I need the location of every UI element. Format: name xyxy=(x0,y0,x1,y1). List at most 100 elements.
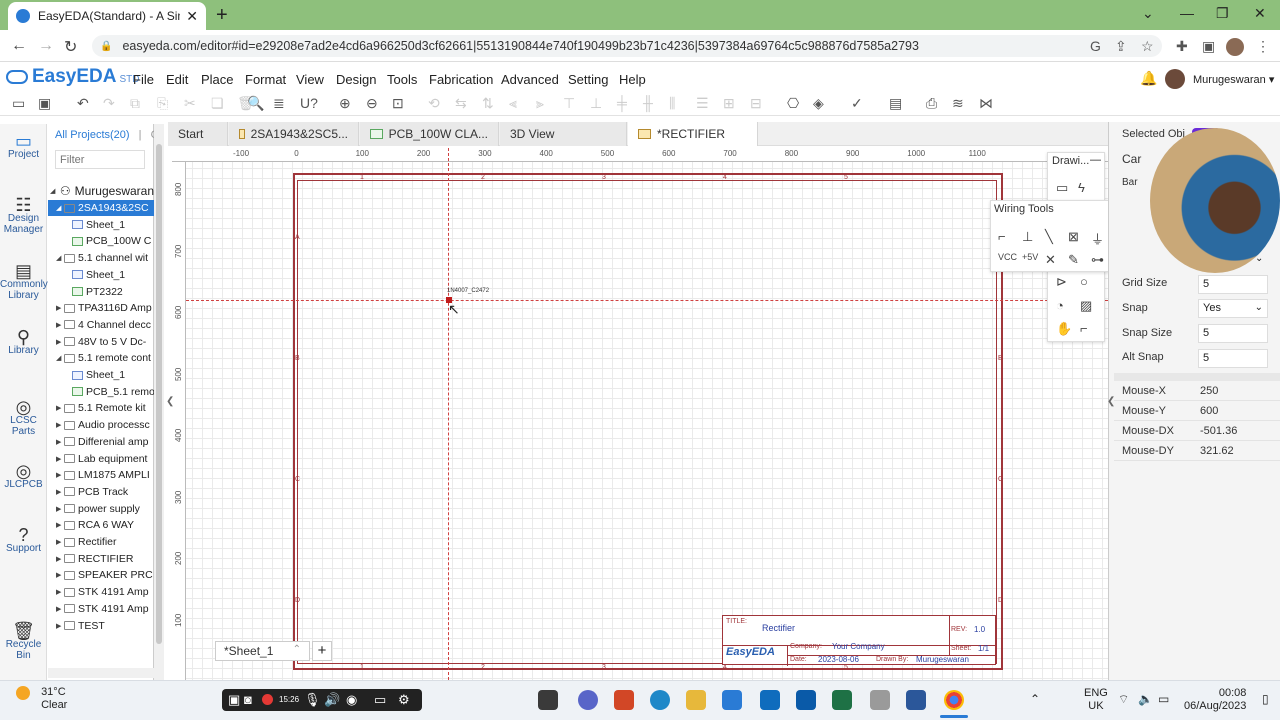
grid-align-icon[interactable]: ⊞ xyxy=(723,95,735,112)
tree-collapse-icon[interactable]: ◢ xyxy=(56,254,64,262)
browser-menu-icon[interactable]: ⋮ xyxy=(1256,38,1270,55)
menu-help[interactable]: Help xyxy=(619,72,646,87)
user-name-menu[interactable]: Murugeswaran ▾ xyxy=(1193,73,1274,86)
fit-view-icon[interactable]: ⊡ xyxy=(392,95,404,112)
bookmark-star-icon[interactable]: ☆ xyxy=(1141,38,1154,55)
share-design-icon[interactable]: ⋈ xyxy=(979,95,993,112)
export-image-icon[interactable]: ⎙ xyxy=(926,95,937,112)
notifications-icon[interactable]: ▯ xyxy=(1262,692,1269,706)
save-icon[interactable]: ▣ xyxy=(38,95,51,112)
tree-collapse-icon[interactable]: ◢ xyxy=(56,204,64,212)
wifi-icon[interactable]: ⌔ xyxy=(1118,692,1129,707)
tree-project-item[interactable]: ▶ 4 Channel decc xyxy=(48,317,154,333)
new-tab-button[interactable]: + xyxy=(216,4,228,27)
share-icon[interactable]: ⇪ xyxy=(1115,38,1127,55)
tree-expand-icon[interactable]: ▶ xyxy=(56,304,64,312)
tree-project-item[interactable]: ◢ 5.1 remote cont xyxy=(48,350,154,366)
netlabel-tool-icon[interactable]: ⊠ xyxy=(1068,229,1079,245)
taskbar-word-icon[interactable] xyxy=(906,690,926,710)
all-projects-link[interactable]: All Projects(20) xyxy=(55,129,130,141)
tree-project-item[interactable]: ▶ TEST xyxy=(48,618,154,634)
taskbar-app2-icon[interactable] xyxy=(870,690,890,710)
rail-library[interactable]: ⚲ Library xyxy=(0,328,47,356)
doc-tab-3[interactable]: 3D View xyxy=(500,122,627,146)
netlabel-icon[interactable]: U? xyxy=(300,95,318,111)
arrow-shape-icon[interactable]: ⊳ xyxy=(1056,274,1067,290)
rail-jlcpcb[interactable]: ◎ JLCPCB xyxy=(0,462,47,490)
tree-expand-icon[interactable]: ▶ xyxy=(56,605,64,613)
tree-expand-icon[interactable]: ▶ xyxy=(56,571,64,579)
paste-icon[interactable]: ⎘ xyxy=(157,95,168,112)
tree-project-item[interactable]: ▶ Differenial amp xyxy=(48,434,154,450)
align-top-icon[interactable]: ⊤ xyxy=(563,95,575,112)
tree-project-item[interactable]: ◢ 5.1 channel wit xyxy=(48,250,154,266)
doc-tab-4[interactable]: *RECTIFIER xyxy=(628,122,758,146)
plus5v-flag-icon[interactable]: +5V xyxy=(1022,252,1038,262)
reload-icon[interactable]: ↻ xyxy=(64,37,77,57)
tree-project-item[interactable]: ▶ RECTIFIER xyxy=(48,551,154,567)
zoom-out-icon[interactable]: ⊖ xyxy=(366,95,378,112)
menu-file[interactable]: File xyxy=(133,72,154,87)
menu-tools[interactable]: Tools xyxy=(387,72,417,87)
google-icon[interactable]: G xyxy=(1090,38,1101,54)
battery-icon[interactable]: ▭ xyxy=(1158,692,1169,706)
tree-collapse-icon[interactable]: ◢ xyxy=(50,187,56,195)
open-icon[interactable]: ▭ xyxy=(12,95,25,112)
netflag-gnd-icon[interactable]: ⏚ xyxy=(1091,229,1104,248)
distribute-v-icon[interactable]: ☰ xyxy=(696,95,709,112)
profile-avatar[interactable] xyxy=(1226,38,1244,56)
weather-widget[interactable]: 31°C Clear xyxy=(16,686,67,712)
tree-collapse-icon[interactable]: ◢ xyxy=(56,354,64,362)
tree-project-item[interactable]: ▶ Audio processc xyxy=(48,417,154,433)
menu-advanced[interactable]: Advanced xyxy=(501,72,559,87)
tree-project-item[interactable]: ▶ STK 4191 Amp xyxy=(48,584,154,600)
diode-part-label[interactable]: 1N4007_C2472 xyxy=(447,288,489,294)
wire-tool-icon[interactable]: ⌐ xyxy=(998,229,1006,244)
snap-select[interactable]: Yes ⌄ xyxy=(1198,299,1268,318)
bom-icon[interactable]: ▤ xyxy=(889,95,902,112)
project-filter-input[interactable] xyxy=(55,150,145,169)
extensions-icon[interactable]: ✚ xyxy=(1176,38,1188,55)
tree-project-item[interactable]: ▶ TPA3116D Amp xyxy=(48,300,154,316)
tree-expand-icon[interactable]: ▶ xyxy=(56,555,64,563)
menu-design[interactable]: Design xyxy=(336,72,376,87)
tree-expand-icon[interactable]: ▶ xyxy=(56,471,64,479)
tree-project-item[interactable]: ▶ Lab equipment xyxy=(48,451,154,467)
tree-collapse-handle-icon[interactable]: ❮ xyxy=(166,396,174,407)
menu-setting[interactable]: Setting xyxy=(568,72,608,87)
undo-icon[interactable]: ↶ xyxy=(77,95,89,112)
dropdown-chevron-icon[interactable]: ⌄ xyxy=(1255,253,1263,264)
tree-file-item[interactable]: Sheet_1 xyxy=(48,267,154,283)
tree-expand-icon[interactable]: ▶ xyxy=(56,438,64,446)
vcc-flag-icon[interactable]: VCC xyxy=(998,252,1017,262)
align-bottom-icon[interactable]: ⊥ xyxy=(590,95,602,112)
doc-tab-2[interactable]: PCB_100W CLA... xyxy=(360,122,499,146)
maximize-icon[interactable]: ❐ xyxy=(1216,5,1229,22)
browser-tab[interactable]: EasyEDA(Standard) - A Simple an ✕ xyxy=(8,2,206,30)
taskbar-chrome-icon[interactable] xyxy=(944,690,964,710)
design-check-icon[interactable]: ✓ xyxy=(851,95,863,112)
taskbar-teams-icon[interactable] xyxy=(578,690,598,710)
no-connect-icon[interactable]: ✕ xyxy=(1045,252,1056,268)
tree-expand-icon[interactable]: ▶ xyxy=(56,338,64,346)
rail-support[interactable]: ? Support xyxy=(0,526,47,554)
add-sheet-button[interactable]: + xyxy=(312,641,332,661)
snap-size-field[interactable]: 5 xyxy=(1198,324,1268,343)
tree-file-item[interactable]: PCB_100W C xyxy=(48,233,154,249)
microphone-icon[interactable]: 🎙 xyxy=(304,692,321,708)
close-window-icon[interactable]: ✕ xyxy=(1254,5,1266,22)
tab-search-icon[interactable]: ⌄ xyxy=(1142,5,1154,22)
tree-project-item[interactable]: ▶ power supply xyxy=(48,501,154,517)
flip-horizontal-icon[interactable]: ⇆ xyxy=(455,95,467,112)
rail-recycle-bin[interactable]: 🗑 Recycle Bin xyxy=(0,622,47,661)
sheet-tab[interactable]: *Sheet_1 ⌃ xyxy=(215,641,310,661)
tray-chevron-icon[interactable]: ⌃ xyxy=(1030,692,1040,706)
close-tab-icon[interactable]: ✕ xyxy=(186,8,198,25)
tree-file-item[interactable]: Sheet_1 xyxy=(48,367,154,383)
rail-design-manager[interactable]: ☷ Design Manager xyxy=(0,196,47,235)
tree-project-item[interactable]: ▶ 48V to 5 V Dc- xyxy=(48,334,154,350)
doc-tab-0[interactable]: Start xyxy=(168,122,228,146)
picture-tool-icon[interactable]: ▨ xyxy=(1080,298,1092,314)
convert-pcb-icon[interactable]: ⎔ xyxy=(787,95,799,112)
probe-icon[interactable]: ✎ xyxy=(1068,252,1079,268)
